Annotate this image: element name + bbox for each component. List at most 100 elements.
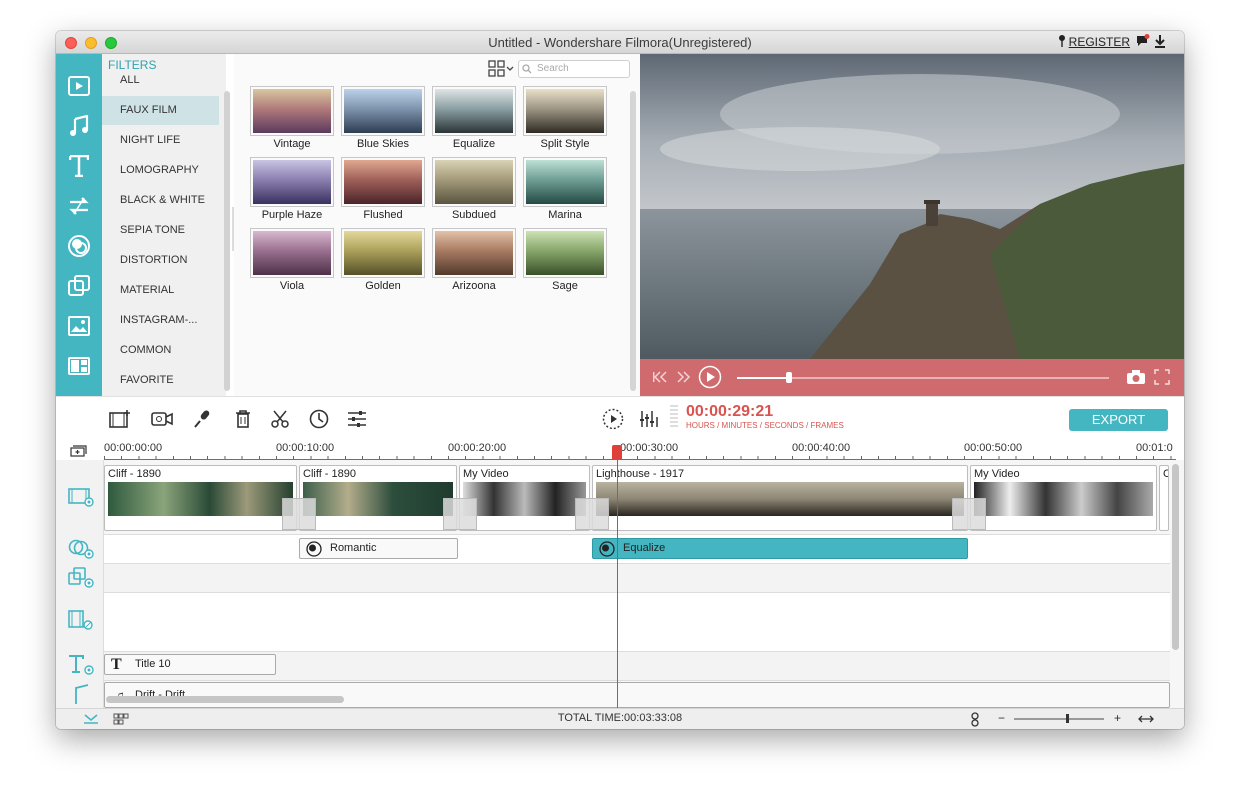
category-instagram[interactable]: INSTAGRAM-... <box>102 306 219 335</box>
filter-clip[interactable]: Romantic <box>299 538 458 559</box>
filter-track-icon[interactable] <box>68 538 94 560</box>
rewind-icon[interactable] <box>652 371 668 383</box>
transition-marker[interactable] <box>952 498 986 530</box>
category-common[interactable]: COMMON <box>102 336 219 365</box>
adjust-icon[interactable] <box>346 409 368 429</box>
clip-thumbnails <box>974 482 1153 516</box>
message-icon[interactable] <box>1135 34 1150 51</box>
clip-name: Cliff - 1890 <box>303 468 356 480</box>
transition-marker[interactable] <box>443 498 477 530</box>
category-distortion[interactable]: DISTORTION <box>102 246 219 275</box>
audio-mixer-icon[interactable] <box>638 409 660 429</box>
category-all[interactable]: ALL <box>102 66 219 95</box>
app-window: Untitled - Wondershare Filmora(Unregiste… <box>56 31 1184 729</box>
register-link[interactable]: REGISTER <box>1069 35 1130 49</box>
category-faux-film[interactable]: FAUX FILM <box>102 96 219 125</box>
zoom-in-button[interactable]: + <box>1114 711 1121 725</box>
render-preview-icon[interactable] <box>602 408 624 430</box>
text-icon[interactable] <box>67 154 91 178</box>
add-clip-icon[interactable] <box>109 409 131 429</box>
pin-icon[interactable] <box>1057 34 1067 51</box>
filter-thumb-arizoona[interactable] <box>432 228 516 278</box>
media-icon[interactable] <box>67 74 91 98</box>
playback-progress-track[interactable] <box>737 377 1109 379</box>
filter-thumb-equalize[interactable] <box>432 86 516 136</box>
category-scrollbar[interactable] <box>224 91 230 391</box>
category-favorite[interactable]: FAVORITE <box>102 366 219 395</box>
element-icon[interactable] <box>67 314 91 338</box>
zoom-slider-track[interactable] <box>1014 718 1104 720</box>
filter-thumb-marina[interactable] <box>523 157 607 207</box>
split-icon[interactable] <box>269 409 291 429</box>
filter-icon[interactable] <box>67 234 91 258</box>
video-clip[interactable]: C <box>1159 465 1169 531</box>
fit-timeline-icon[interactable] <box>1138 714 1154 724</box>
ruler-label: 00:00:30:00 <box>620 442 679 454</box>
fast-forward-icon[interactable] <box>676 371 692 383</box>
grid-view-icon[interactable] <box>488 60 514 78</box>
filter-thumb-subdued[interactable] <box>432 157 516 207</box>
add-track-icon[interactable] <box>70 445 88 457</box>
title-track-icon[interactable] <box>68 654 94 676</box>
filter-thumb-sage[interactable] <box>523 228 607 278</box>
category-material[interactable]: MATERIAL <box>102 276 219 305</box>
zoom-out-button[interactable]: − <box>998 711 1005 725</box>
track-headers <box>56 460 104 708</box>
delete-icon[interactable] <box>232 409 254 429</box>
speed-icon[interactable] <box>308 409 330 429</box>
clip-name: C <box>1163 468 1168 480</box>
transition-icon[interactable] <box>67 194 91 218</box>
zoom-slider-handle[interactable] <box>1066 714 1069 723</box>
filter-thumb-blue-skies[interactable] <box>341 86 425 136</box>
playback-progress-fill <box>737 377 789 379</box>
timecode-display: 00:00:29:21 <box>686 403 774 420</box>
filter-thumb-flushed[interactable] <box>341 157 425 207</box>
video-clip[interactable]: My Video <box>970 465 1157 531</box>
voiceover-icon[interactable] <box>192 409 214 429</box>
video-clip[interactable]: My Video <box>459 465 590 531</box>
audio-track-icon[interactable] <box>68 684 94 706</box>
filter-clip[interactable]: Equalize <box>592 538 968 559</box>
audio-clip[interactable]: ♫ Drift - Drift <box>104 682 1170 708</box>
overlay-track <box>104 564 1170 592</box>
video-track-icon[interactable] <box>68 486 94 508</box>
filter-thumb-vintage[interactable] <box>250 86 334 136</box>
clip-name: Cliff - 1890 <box>108 468 161 480</box>
filter-thumb-viola[interactable] <box>250 228 334 278</box>
video-clip[interactable]: Cliff - 1890 <box>104 465 297 531</box>
overlay-icon[interactable] <box>67 274 91 298</box>
snap-link-icon[interactable] <box>970 712 980 727</box>
video-clip[interactable]: Cliff - 1890 <box>299 465 457 531</box>
play-icon[interactable] <box>698 365 722 389</box>
category-black-white[interactable]: BLACK & WHITE <box>102 186 219 215</box>
pip-track <box>104 593 1170 651</box>
pip-track-icon[interactable] <box>68 610 94 632</box>
transition-marker[interactable] <box>575 498 609 530</box>
clip-thumbnails <box>108 482 293 516</box>
record-icon[interactable] <box>151 409 173 429</box>
filter-label: Flushed <box>363 209 403 221</box>
transition-marker[interactable] <box>282 498 316 530</box>
timeline-vertical-scrollbar[interactable] <box>1172 464 1179 650</box>
fullscreen-icon[interactable] <box>1154 369 1170 385</box>
timeline-ruler[interactable]: 00:00:00:00 00:00:10:00 00:00:20:00 00:0… <box>104 438 1184 460</box>
video-clip[interactable]: Lighthouse - 1917 <box>592 465 968 531</box>
title-clip[interactable]: T Title 10 <box>104 654 276 675</box>
export-button[interactable]: EXPORT <box>1069 409 1168 431</box>
timeline-horizontal-scrollbar[interactable] <box>106 696 344 703</box>
search-input[interactable]: Search <box>518 60 630 78</box>
download-icon[interactable] <box>1154 34 1166 51</box>
category-sepia-tone[interactable]: SEPIA TONE <box>102 216 219 245</box>
filter-thumb-split-style[interactable] <box>523 86 607 136</box>
split-screen-icon[interactable] <box>67 354 91 378</box>
filter-thumb-purple-haze[interactable] <box>250 157 334 207</box>
filter-thumb-golden[interactable] <box>341 228 425 278</box>
snapshot-icon[interactable] <box>1126 369 1146 385</box>
category-night-life[interactable]: NIGHT LIFE <box>102 126 219 155</box>
music-icon[interactable] <box>67 114 91 138</box>
category-lomography[interactable]: LOMOGRAPHY <box>102 156 219 185</box>
filter-scrollbar[interactable] <box>630 91 636 391</box>
overlay-track-icon[interactable] <box>68 567 94 589</box>
title-clip-icon: T <box>111 656 122 673</box>
playback-scrubber[interactable] <box>786 372 792 383</box>
